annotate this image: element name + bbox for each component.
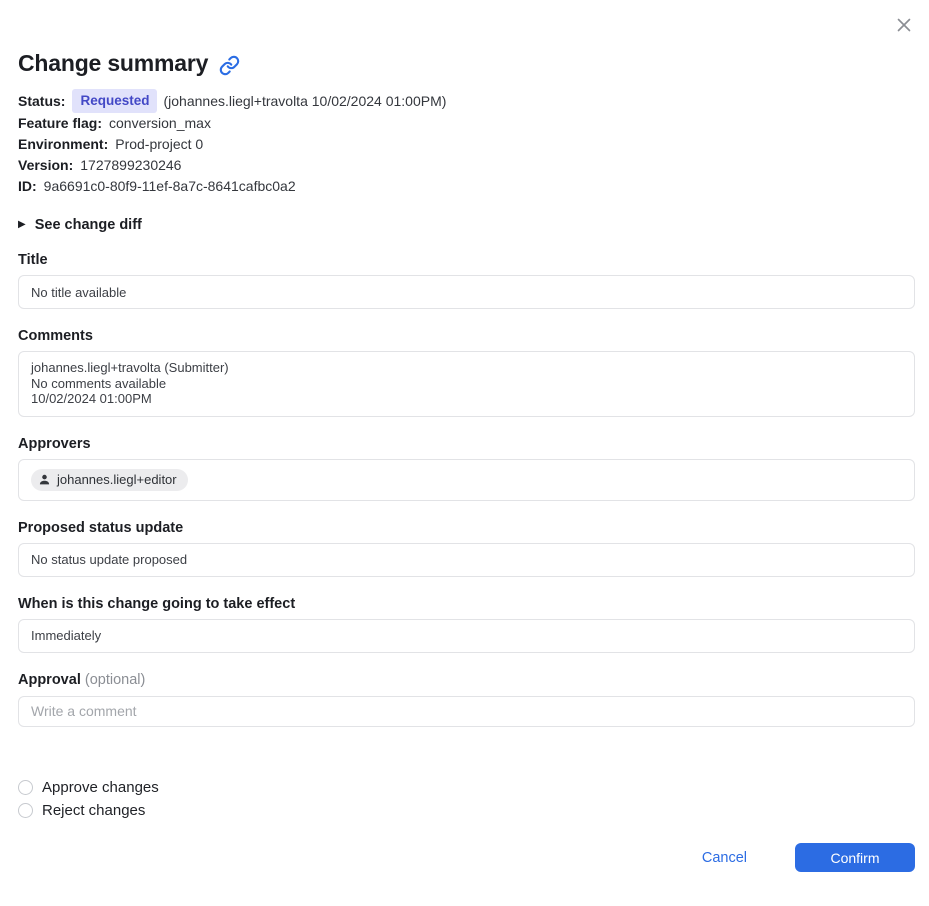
environment-value: Prod-project 0 [115, 136, 204, 152]
proposed-status-field: No status update proposed [18, 542, 915, 577]
version-label: Version: [18, 157, 74, 173]
approver-chip-label: johannes.liegl+editor [57, 471, 177, 487]
caret-right-icon: ▶ [18, 219, 26, 230]
comments-section-label: Comments [18, 328, 93, 344]
status-badge: Requested [72, 89, 158, 113]
meta-row-feature-flag: Feature flag: conversion_max [18, 113, 915, 134]
comment-body-line: No comments available [31, 375, 167, 391]
approval-comment-input[interactable] [18, 695, 915, 727]
id-label: ID: [18, 178, 37, 194]
approval-section-label: Approval (optional) [18, 672, 915, 688]
confirm-button[interactable]: Confirm [795, 843, 915, 872]
status-detail: (johannes.liegl+travolta 10/02/2024 01:0… [163, 92, 447, 109]
cancel-button[interactable]: Cancel [702, 850, 747, 866]
feature-flag-label: Feature flag: [18, 115, 103, 131]
version-value: 1727899230246 [80, 157, 182, 173]
close-button[interactable] [892, 13, 916, 37]
optional-hint: (optional) [84, 671, 146, 688]
comment-timestamp-line: 10/02/2024 01:00PM [31, 391, 152, 406]
approve-radio-icon[interactable] [18, 779, 33, 795]
title-section-label: Title [18, 252, 48, 268]
effect-value: Immediately [31, 628, 102, 643]
comment-submitter-line: johannes.liegl+travolta (Submitter) [31, 360, 229, 375]
modal-footer: Cancel Confirm [702, 843, 915, 872]
see-change-diff-toggle[interactable]: ▶ See change diff [18, 217, 142, 233]
change-summary-modal: Change summary Status: Requested (johann… [0, 0, 929, 906]
approval-label-text: Approval [18, 671, 81, 688]
approvers-field: johannes.liegl+editor [18, 458, 915, 501]
proposed-status-value: No status update proposed [31, 552, 188, 567]
effect-field: Immediately [18, 618, 915, 653]
title-field: No title available [18, 275, 915, 309]
id-value: 9a6691c0-80f9-11ef-8a7c-8641cafbc0a2 [43, 178, 296, 194]
modal-header: Change summary [18, 50, 915, 77]
meta-row-environment: Environment: Prod-project 0 [18, 134, 915, 155]
copy-link-icon[interactable] [219, 55, 240, 76]
approver-chip: johannes.liegl+editor [31, 468, 188, 491]
close-icon [893, 14, 915, 36]
reject-radio-icon[interactable] [18, 802, 33, 818]
meta-row-id: ID: 9a6691c0-80f9-11ef-8a7c-8641cafbc0a2 [18, 176, 915, 197]
environment-label: Environment: [18, 136, 109, 152]
comments-field: johannes.liegl+travolta (Submitter) No c… [18, 351, 915, 417]
approve-changes-option[interactable]: Approve changes [18, 779, 915, 796]
approve-changes-label: Approve changes [42, 778, 159, 796]
meta-block: Status: Requested (johannes.liegl+travol… [18, 89, 915, 197]
meta-row-status: Status: Requested (johannes.liegl+travol… [18, 89, 915, 113]
meta-row-version: Version: 1727899230246 [18, 155, 915, 176]
see-change-diff-label: See change diff [34, 217, 142, 233]
person-icon [38, 473, 51, 486]
reject-changes-label: Reject changes [42, 801, 146, 819]
title-field-value: No title available [31, 284, 127, 300]
decision-radio-group: Approve changes Reject changes [18, 779, 915, 819]
reject-changes-option[interactable]: Reject changes [18, 802, 915, 819]
effect-section-label: When is this change going to take effect [18, 595, 296, 612]
page-title: Change summary [18, 50, 209, 76]
feature-flag-value: conversion_max [109, 115, 211, 131]
proposed-status-section-label: Proposed status update [18, 519, 184, 536]
approvers-section-label: Approvers [18, 435, 91, 452]
status-label: Status: [18, 92, 66, 109]
